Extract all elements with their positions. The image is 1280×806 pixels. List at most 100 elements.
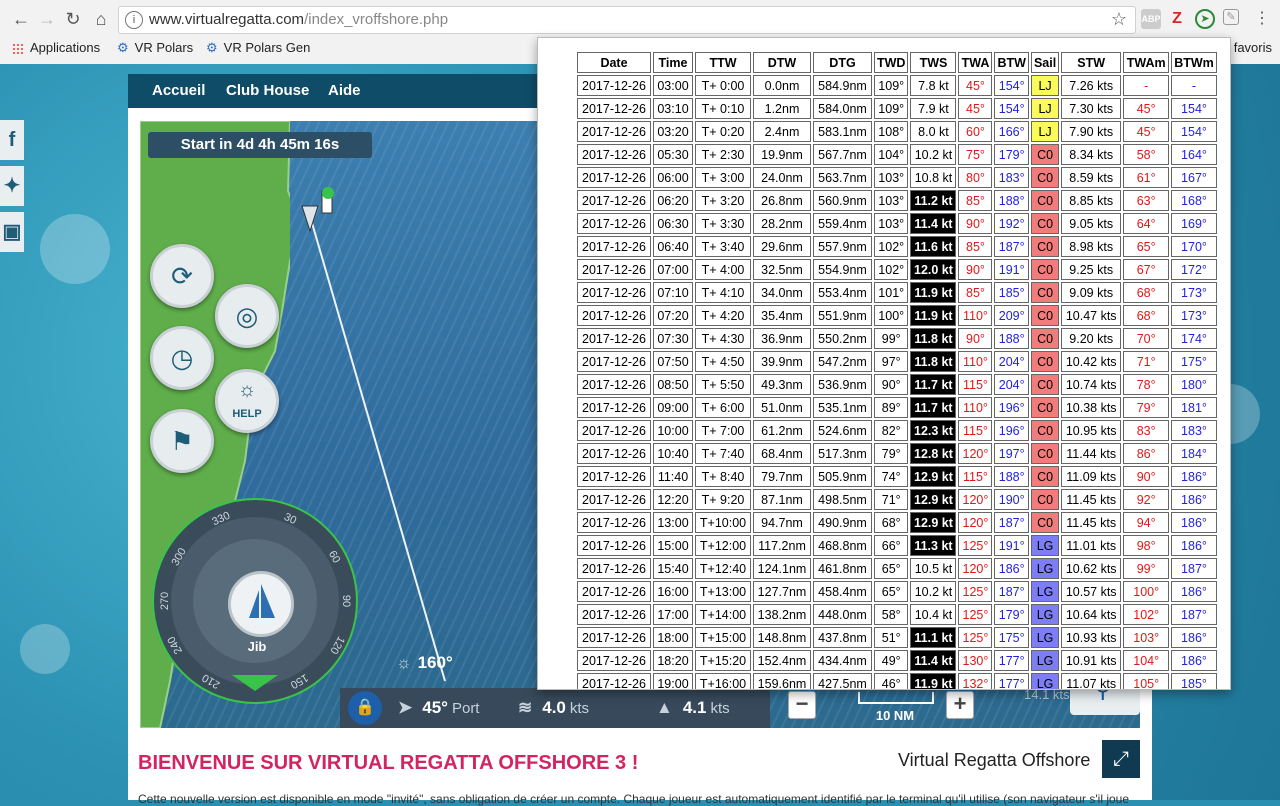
cell-time: 07:30 [653,328,693,349]
cell-btwm: - [1171,75,1217,96]
bookmark-vr-polars[interactable]: ⚙ VR Polars [117,40,193,56]
table-row: 2017-12-26 07:20 T+ 4:20 35.4nm 551.9nm 100° 1… [577,305,1217,326]
tack-button[interactable]: ⟳ [150,244,214,308]
forward-icon[interactable]: → [36,8,58,30]
cell-btwm: 186° [1171,535,1217,556]
compass-extension-icon[interactable]: ➤ [1195,9,1215,29]
cell-twd: 102° [874,236,909,257]
abp-extension-icon[interactable]: ABP [1141,9,1161,29]
cell-tws: 11.3 kt [910,535,957,556]
cell-stw: 8.98 kts [1061,236,1122,257]
lock-icon: 🔒 [355,699,375,716]
cell-ttw: T+ 8:40 [695,466,751,487]
cell-twa: 130° [958,650,993,671]
cell-twam: 94° [1123,512,1170,533]
zoom-in-button[interactable]: + [946,691,974,719]
cell-twam: 45° [1123,98,1170,119]
cell-date: 2017-12-26 [577,328,651,349]
cell-twa: 60° [958,121,993,142]
bookmark-applications[interactable]: Applications [12,40,100,55]
table-row: 2017-12-26 03:00 T+ 0:00 0.0nm 584.9nm 109° 7.… [577,75,1217,96]
reload-icon[interactable]: ↻ [62,8,84,30]
waypoint-button[interactable]: ⚑ [150,409,214,473]
cell-twam: 105° [1123,673,1170,689]
intro-paragraph: Cette nouvelle version est disponible en… [138,792,1130,806]
cell-dtg: 461.8nm [813,558,872,579]
cell-sail: C0 [1030,259,1060,280]
cell-btwm: 187° [1171,558,1217,579]
cell-dtw: 68.4nm [753,443,811,464]
cell-dtw: 61.2nm [753,420,811,441]
sail-button[interactable] [228,571,294,637]
bookmark-favoris[interactable]: favoris [1234,40,1272,55]
cell-dtg: 490.9nm [813,512,872,533]
cell-btw: 175° [994,627,1029,648]
info-icon[interactable]: i [125,11,143,29]
cell-dtw: 138.2nm [753,604,811,625]
menu-icon[interactable]: ⋮ [1252,9,1272,29]
cell-stw: 9.25 kts [1061,259,1122,280]
cell-time: 06:20 [653,190,693,211]
cell-twd: 100° [874,305,909,326]
zoom-out-button[interactable]: − [788,691,816,719]
cell-tws: 11.7 kt [910,374,957,395]
cell-sail: C0 [1030,328,1060,349]
cell-date: 2017-12-26 [577,466,651,487]
heading-readout: ☼ 160° [396,653,453,672]
cell-btw: 154° [994,98,1029,119]
table-row: 2017-12-26 07:30 T+ 4:30 36.9nm 550.2nm 99° 11… [577,328,1217,349]
cell-dtw: 36.9nm [753,328,811,349]
bookmark-star-icon[interactable]: ☆ [1111,9,1127,30]
program-button[interactable]: ◷ [150,326,214,390]
cell-twa: 115° [958,466,993,487]
back-icon[interactable]: ← [10,8,32,30]
zotero-extension-icon[interactable]: Z [1167,9,1187,29]
cell-btwm: 186° [1171,466,1217,487]
cell-btw: 196° [994,420,1029,441]
cell-time: 19:00 [653,673,693,689]
cell-twd: 68° [874,512,909,533]
url-text: www.virtualregatta.com/index_vroffshore.… [149,11,449,28]
cell-time: 10:00 [653,420,693,441]
nav-aide[interactable]: Aide [328,82,361,99]
column-header-btwm: BTWm [1171,52,1217,73]
cell-dtw: 26.8nm [753,190,811,211]
cell-time: 03:00 [653,75,693,96]
cell-twd: 103° [874,167,909,188]
cell-date: 2017-12-26 [577,190,651,211]
address-bar[interactable]: i www.virtualregatta.com/index_vroffshor… [118,6,1136,34]
cell-dtg: 557.9nm [813,236,872,257]
help-button[interactable]: ☼ HELP [215,369,279,433]
cell-dtw: 24.0nm [753,167,811,188]
cell-ttw: T+10:00 [695,512,751,533]
cell-dtw: 34.0nm [753,282,811,303]
cell-btw: 166° [994,121,1029,142]
lock-button[interactable]: 🔒 [348,691,382,725]
cell-date: 2017-12-26 [577,604,651,625]
facebook-icon[interactable]: f [0,120,24,160]
twitter-icon[interactable]: ✦ [0,166,24,206]
radar-button[interactable]: ◎ [215,284,279,348]
nav-accueil[interactable]: Accueil [152,82,205,99]
nav-club-house[interactable]: Club House [226,82,309,99]
cell-tws: 12.9 kt [910,512,957,533]
cell-time: 07:00 [653,259,693,280]
cell-twd: 108° [874,121,909,142]
cell-tws: 10.5 kt [910,558,957,579]
table-row: 2017-12-26 08:50 T+ 5:50 49.3nm 536.9nm 90° 11… [577,374,1217,395]
cell-btw: 154° [994,75,1029,96]
scale-bar [858,692,934,704]
cell-btwm: 154° [1171,98,1217,119]
fullscreen-button[interactable]: ⤢ [1102,740,1140,778]
cell-sail: C0 [1030,466,1060,487]
cell-twam: 92° [1123,489,1170,510]
cell-dtw: 2.4nm [753,121,811,142]
home-icon[interactable]: ⌂ [90,8,112,30]
cell-time: 08:50 [653,374,693,395]
cell-twam: 65° [1123,236,1170,257]
bookmark-vr-polars-gen[interactable]: ⚙ VR Polars Gen [206,40,310,56]
edit-extension-icon[interactable]: ✎ [1223,9,1239,25]
instagram-icon[interactable]: ▣ [0,212,24,252]
cell-date: 2017-12-26 [577,351,651,372]
table-row: 2017-12-26 19:00 T+16:00 159.6nm 427.5nm 46° 1… [577,673,1217,689]
